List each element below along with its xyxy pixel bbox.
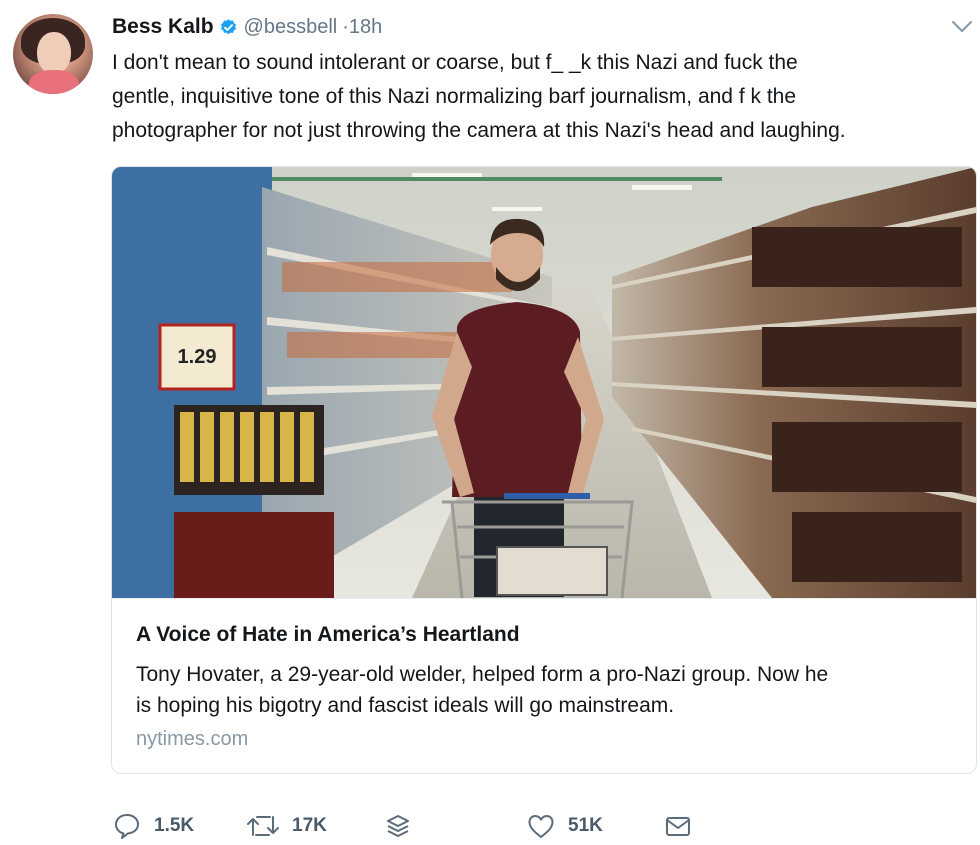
card-description-line: Tony Hovater, a 29-year-old welder, help…	[136, 663, 829, 686]
retweet-button[interactable]: 17K	[246, 808, 327, 844]
author-handle[interactable]: @bessbell	[244, 16, 338, 39]
tweet: Bess Kalb @bessbell · 18h I don't mean t…	[0, 0, 980, 845]
tweet-text-line: I don't mean to sound intolerant or coar…	[112, 51, 798, 74]
message-button[interactable]	[664, 808, 692, 844]
link-card[interactable]: 1.29 A Voice of Hate in America’s Heartl…	[111, 166, 977, 774]
author-name[interactable]: Bess Kalb	[112, 15, 214, 39]
reply-icon	[115, 814, 139, 839]
card-domain[interactable]: nytimes.com	[136, 728, 248, 751]
tweet-text: I don't mean to sound intolerant or coar…	[112, 46, 972, 148]
reply-count: 1.5K	[154, 815, 195, 836]
price-tag-text: 1.29	[178, 346, 217, 368]
like-count: 51K	[568, 815, 603, 836]
chevron-down-icon[interactable]	[951, 20, 973, 34]
stack-icon	[387, 815, 409, 837]
tweet-header: Bess Kalb @bessbell · 18h	[112, 12, 382, 42]
tweet-text-line: gentle, inquisitive tone of this Nazi no…	[112, 85, 797, 108]
card-image[interactable]: 1.29	[112, 167, 976, 598]
verified-badge-icon	[220, 18, 236, 34]
card-title[interactable]: A Voice of Hate in America’s Heartland	[136, 623, 520, 647]
avatar-face	[37, 32, 71, 74]
tweet-text-line: photographer for not just throwing the c…	[112, 119, 846, 142]
reply-button[interactable]: 1.5K	[112, 808, 194, 844]
stack-button[interactable]	[384, 808, 412, 844]
like-button[interactable]: 51K	[526, 808, 603, 844]
heart-icon	[528, 815, 554, 838]
card-description: Tony Hovater, a 29-year-old welder, help…	[136, 659, 956, 721]
card-body: A Voice of Hate in America’s Heartland T…	[112, 598, 976, 773]
retweet-count: 17K	[292, 815, 327, 836]
tweet-time[interactable]: 18h	[349, 16, 382, 39]
time-separator: ·	[342, 15, 349, 38]
retweet-icon	[247, 816, 279, 836]
avatar-shirt	[29, 70, 79, 94]
card-description-line: is hoping his bigotry and fascist ideals…	[136, 694, 675, 717]
tweet-actions: 1.5K 17K 51K	[112, 808, 972, 844]
envelope-icon	[666, 817, 690, 836]
avatar[interactable]	[13, 14, 93, 94]
